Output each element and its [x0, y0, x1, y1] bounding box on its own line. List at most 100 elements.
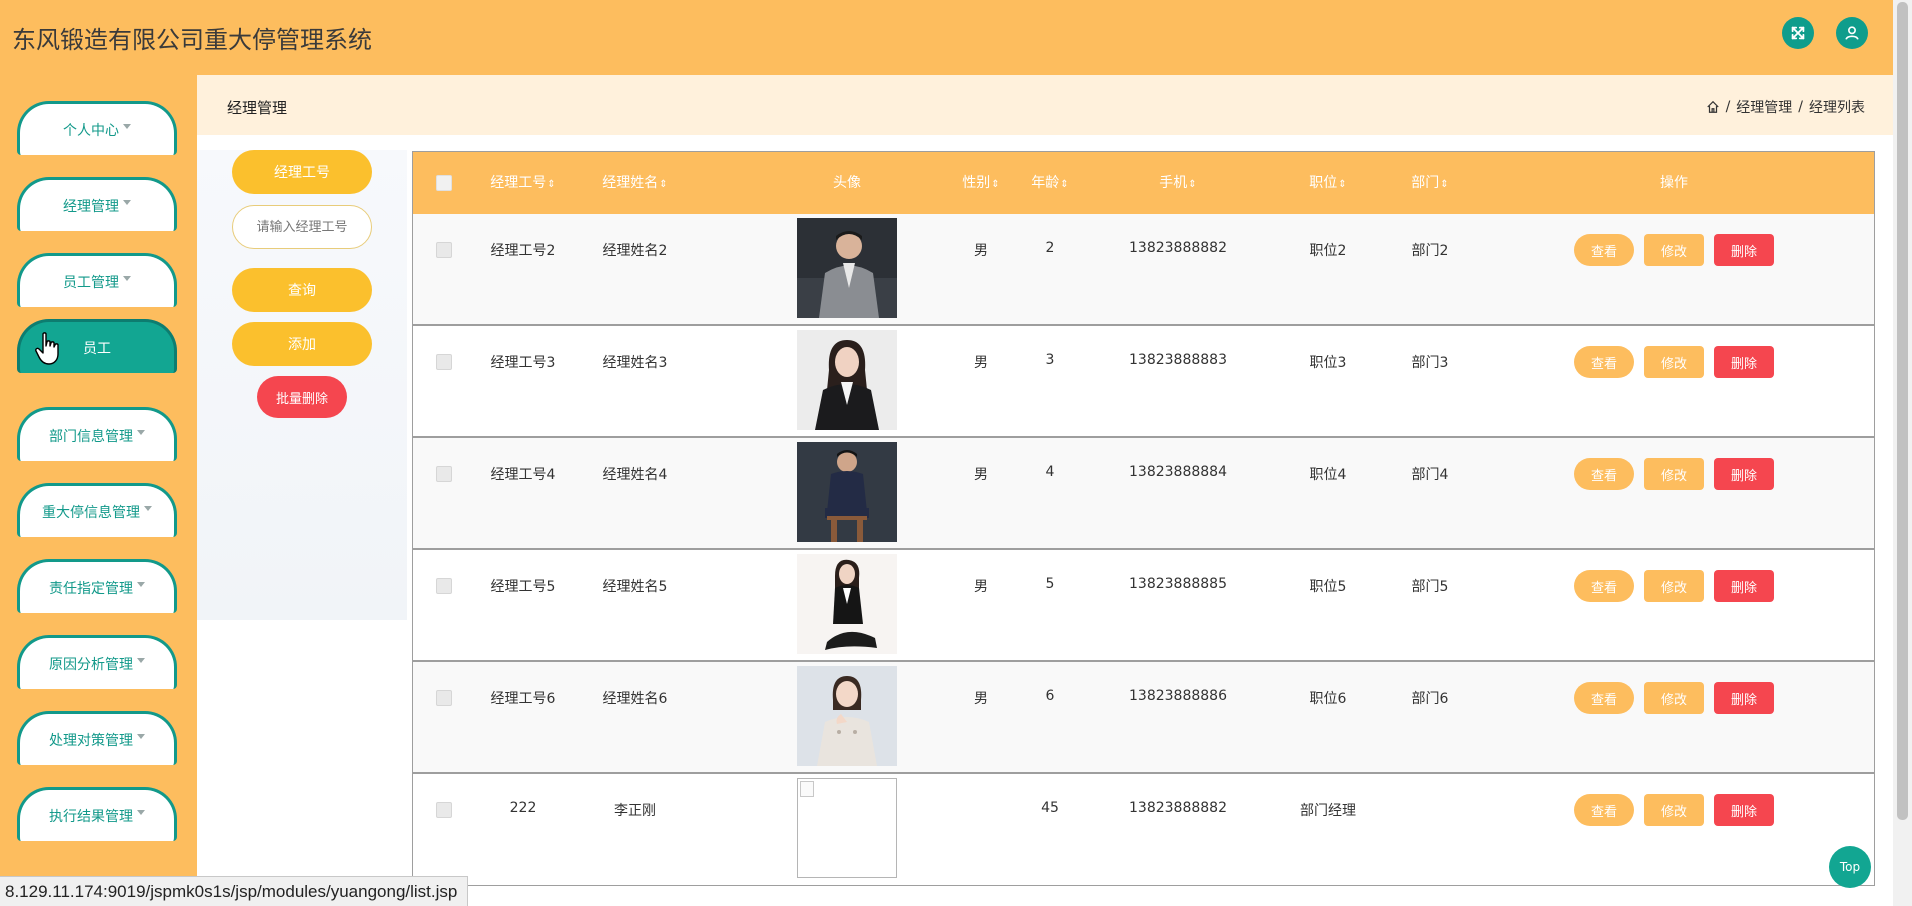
cell-phone: 13823888883	[1129, 352, 1227, 368]
sidebar-item-label: 部门信息管理	[49, 428, 133, 445]
avatar-image	[797, 666, 897, 766]
cell-phone: 13823888884	[1129, 464, 1227, 480]
status-bar-url: 8.129.11.174:9019/jspmk0s1s/jsp/modules/…	[0, 876, 469, 906]
sort-icon: ⇕	[991, 179, 1000, 190]
column-header-avatar: 头像	[833, 175, 861, 191]
cell-age: 2	[1045, 240, 1055, 256]
sidebar-item-major-stop-info[interactable]: 重大停信息管理	[17, 483, 177, 537]
top-header: 东风锻造有限公司重大停管理系统	[0, 0, 1893, 75]
column-header-age[interactable]: 年龄⇕	[1031, 152, 1068, 214]
breadcrumb-item[interactable]: 经理管理	[1736, 97, 1792, 117]
column-header-position[interactable]: 职位⇕	[1309, 152, 1346, 214]
cell-manager-name: 经理姓名4	[602, 467, 668, 483]
cell-manager-name: 经理姓名2	[602, 243, 668, 259]
sidebar: 个人中心 经理管理 员工管理 员工 部门信息管理 重大停信息管理 责任指定管理 …	[0, 75, 197, 906]
sidebar-item-department-info[interactable]: 部门信息管理	[17, 407, 177, 461]
select-all-checkbox[interactable]	[436, 175, 452, 191]
search-field-label-pill: 经理工号	[232, 150, 372, 194]
edit-button[interactable]: 修改	[1644, 682, 1704, 714]
avatar-image	[797, 554, 897, 654]
caret-down-icon	[144, 506, 152, 511]
sidebar-item-label: 员工	[83, 340, 111, 357]
delete-button[interactable]: 删除	[1714, 794, 1774, 826]
view-button[interactable]: 查看	[1574, 570, 1634, 602]
fullscreen-button[interactable]	[1782, 17, 1814, 49]
edit-button[interactable]: 修改	[1644, 458, 1704, 490]
sidebar-item-execution-results[interactable]: 执行结果管理	[17, 787, 177, 841]
cell-manager-id: 经理工号5	[490, 579, 556, 595]
breadcrumb-separator: /	[1725, 99, 1731, 115]
caret-down-icon	[123, 124, 131, 129]
row-checkbox[interactable]	[436, 242, 452, 258]
avatar-image	[797, 330, 897, 430]
sidebar-item-cause-analysis[interactable]: 原因分析管理	[17, 635, 177, 689]
cell-phone: 13823888882	[1129, 800, 1227, 816]
back-to-top-button[interactable]: Top	[1829, 846, 1871, 888]
query-button[interactable]: 查询	[232, 268, 372, 312]
column-header-phone[interactable]: 手机⇕	[1159, 152, 1196, 214]
cell-manager-id: 经理工号2	[490, 243, 556, 259]
avatar-image	[797, 442, 897, 542]
column-header-id[interactable]: 经理工号⇕	[490, 152, 555, 214]
column-header-gender[interactable]: 性别⇕	[962, 152, 999, 214]
search-input[interactable]	[232, 205, 372, 249]
row-checkbox[interactable]	[436, 802, 452, 818]
avatar-image	[797, 218, 897, 318]
sidebar-item-label: 员工管理	[63, 274, 119, 291]
sidebar-item-label: 原因分析管理	[49, 656, 133, 673]
sidebar-item-responsibility[interactable]: 责任指定管理	[17, 559, 177, 613]
cell-age: 3	[1045, 352, 1055, 368]
home-icon[interactable]	[1706, 100, 1720, 114]
column-header-name[interactable]: 经理姓名⇕	[602, 152, 667, 214]
delete-button[interactable]: 删除	[1714, 570, 1774, 602]
batch-delete-button[interactable]: 批量删除	[257, 376, 347, 418]
sidebar-item-manager-management[interactable]: 经理管理	[17, 177, 177, 231]
sidebar-item-personal-center[interactable]: 个人中心	[17, 101, 177, 155]
edit-button[interactable]: 修改	[1644, 570, 1704, 602]
delete-button[interactable]: 删除	[1714, 682, 1774, 714]
cell-manager-id: 经理工号3	[490, 355, 556, 371]
user-button[interactable]	[1836, 17, 1868, 49]
sort-icon: ⇕	[1188, 179, 1197, 190]
row-checkbox[interactable]	[436, 690, 452, 706]
sort-icon: ⇕	[547, 179, 556, 190]
cell-manager-name: 李正刚	[614, 803, 656, 819]
row-checkbox[interactable]	[436, 578, 452, 594]
edit-button[interactable]: 修改	[1644, 346, 1704, 378]
cell-phone: 13823888886	[1129, 688, 1227, 704]
sidebar-item-employee-management[interactable]: 员工管理	[17, 253, 177, 307]
cell-manager-name: 经理姓名3	[602, 355, 668, 371]
hand-cursor-icon	[35, 332, 59, 365]
delete-button[interactable]: 删除	[1714, 234, 1774, 266]
row-checkbox[interactable]	[436, 466, 452, 482]
row-checkbox[interactable]	[436, 354, 452, 370]
cell-age: 4	[1045, 464, 1055, 480]
delete-button[interactable]: 删除	[1714, 346, 1774, 378]
edit-button[interactable]: 修改	[1644, 794, 1704, 826]
scrollbar-thumb[interactable]	[1897, 2, 1908, 820]
view-button[interactable]: 查看	[1574, 794, 1634, 826]
broken-image-icon	[797, 778, 897, 878]
sidebar-item-countermeasures[interactable]: 处理对策管理	[17, 711, 177, 765]
cell-department: 部门4	[1411, 467, 1449, 483]
view-button[interactable]: 查看	[1574, 458, 1634, 490]
view-button[interactable]: 查看	[1574, 234, 1634, 266]
sidebar-item-label: 执行结果管理	[49, 808, 133, 825]
delete-button[interactable]: 删除	[1714, 458, 1774, 490]
caret-down-icon	[137, 810, 145, 815]
edit-button[interactable]: 修改	[1644, 234, 1704, 266]
page-scrollbar[interactable]	[1893, 0, 1912, 906]
cell-position: 职位3	[1309, 355, 1347, 371]
caret-down-icon	[137, 582, 145, 587]
add-button[interactable]: 添加	[232, 322, 372, 366]
column-header-department[interactable]: 部门⇕	[1411, 152, 1448, 214]
cell-manager-name: 经理姓名6	[602, 691, 668, 707]
breadcrumb: / 经理管理 / 经理列表	[1706, 97, 1865, 117]
user-icon	[1845, 26, 1859, 40]
cell-position: 职位4	[1309, 467, 1347, 483]
view-button[interactable]: 查看	[1574, 682, 1634, 714]
cell-department: 部门3	[1411, 355, 1449, 371]
view-button[interactable]: 查看	[1574, 346, 1634, 378]
sidebar-item-label: 经理管理	[63, 198, 119, 215]
manager-table: 经理工号⇕ 经理姓名⇕ 头像 性别⇕ 年龄⇕ 手机⇕ 职位⇕ 部门⇕ 操作 经理…	[412, 151, 1875, 886]
